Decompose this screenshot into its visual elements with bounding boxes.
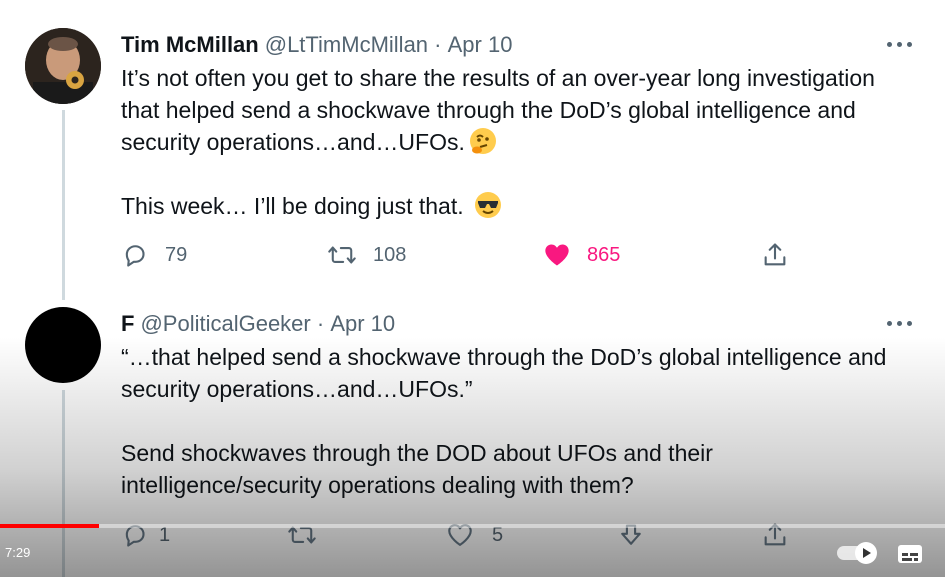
video-progress-played (0, 524, 100, 528)
retweet-icon (328, 246, 356, 264)
autoplay-toggle[interactable] (837, 542, 877, 564)
tweet: F @PoliticalGeeker · Apr 10 “…that helpe… (121, 309, 915, 501)
tweet: Tim McMillan @LtTimMcMillan · Apr 10 It’… (121, 30, 915, 222)
thread-line (62, 390, 65, 577)
more-options-icon[interactable] (885, 311, 915, 335)
tweet-date[interactable]: Apr 10 (448, 30, 513, 60)
share-button[interactable] (761, 241, 789, 269)
tweet-line: security operations…and…UFOs.” (121, 376, 473, 402)
tweet-line: security operations…and…UFOs. (121, 126, 915, 158)
reply-icon (125, 245, 145, 267)
author-name[interactable]: Tim McMillan (121, 30, 259, 60)
separator: · (310, 311, 331, 336)
avatar[interactable] (25, 28, 101, 104)
author-handle[interactable]: @PoliticalGeeker (140, 309, 310, 339)
author-name[interactable]: F (121, 309, 134, 339)
more-options-icon[interactable] (885, 32, 915, 56)
tweet-header: Tim McMillan @LtTimMcMillan · Apr 10 (121, 30, 915, 60)
retweet-button[interactable]: 108 (327, 241, 406, 269)
like-count: 865 (587, 243, 621, 266)
sunglasses-face-icon (474, 191, 502, 219)
tweet-line: that helped send a shockwave through the… (121, 97, 856, 123)
retweet-count: 108 (373, 243, 407, 266)
heart-filled-icon (545, 244, 569, 266)
like-button[interactable]: 865 (543, 241, 620, 269)
tweet-line: “…that helped send a shockwave through t… (121, 344, 887, 370)
avatar[interactable] (25, 307, 101, 383)
tweet-actions: 79 108 865 (121, 241, 801, 271)
reply-button[interactable]: 79 (121, 241, 187, 269)
tweet-text: “…that helped send a shockwave through t… (121, 341, 915, 501)
autoplay-play-icon (855, 542, 877, 564)
reply-count: 79 (165, 243, 188, 266)
tweet-line: intelligence/security operations dealing… (121, 472, 634, 498)
separator: · (428, 32, 448, 57)
share-icon (764, 243, 786, 266)
tweet-date[interactable]: Apr 10 (330, 309, 395, 339)
video-progress-bar[interactable] (0, 524, 945, 528)
tweet-header: F @PoliticalGeeker · Apr 10 (121, 309, 915, 339)
tweet-line: It’s not often you get to share the resu… (121, 65, 875, 91)
thread-line (62, 110, 65, 300)
author-handle[interactable]: @LtTimMcMillan (265, 30, 428, 60)
video-timecode: 7:29 (5, 545, 31, 560)
thinking-face-icon (469, 127, 497, 155)
tweet-text: It’s not often you get to share the resu… (121, 62, 915, 222)
captions-icon[interactable] (898, 545, 922, 563)
tweet-line: This week… I’ll be doing just that. (121, 190, 915, 222)
tweet-line: Send shockwaves through the DOD about UF… (121, 440, 713, 466)
